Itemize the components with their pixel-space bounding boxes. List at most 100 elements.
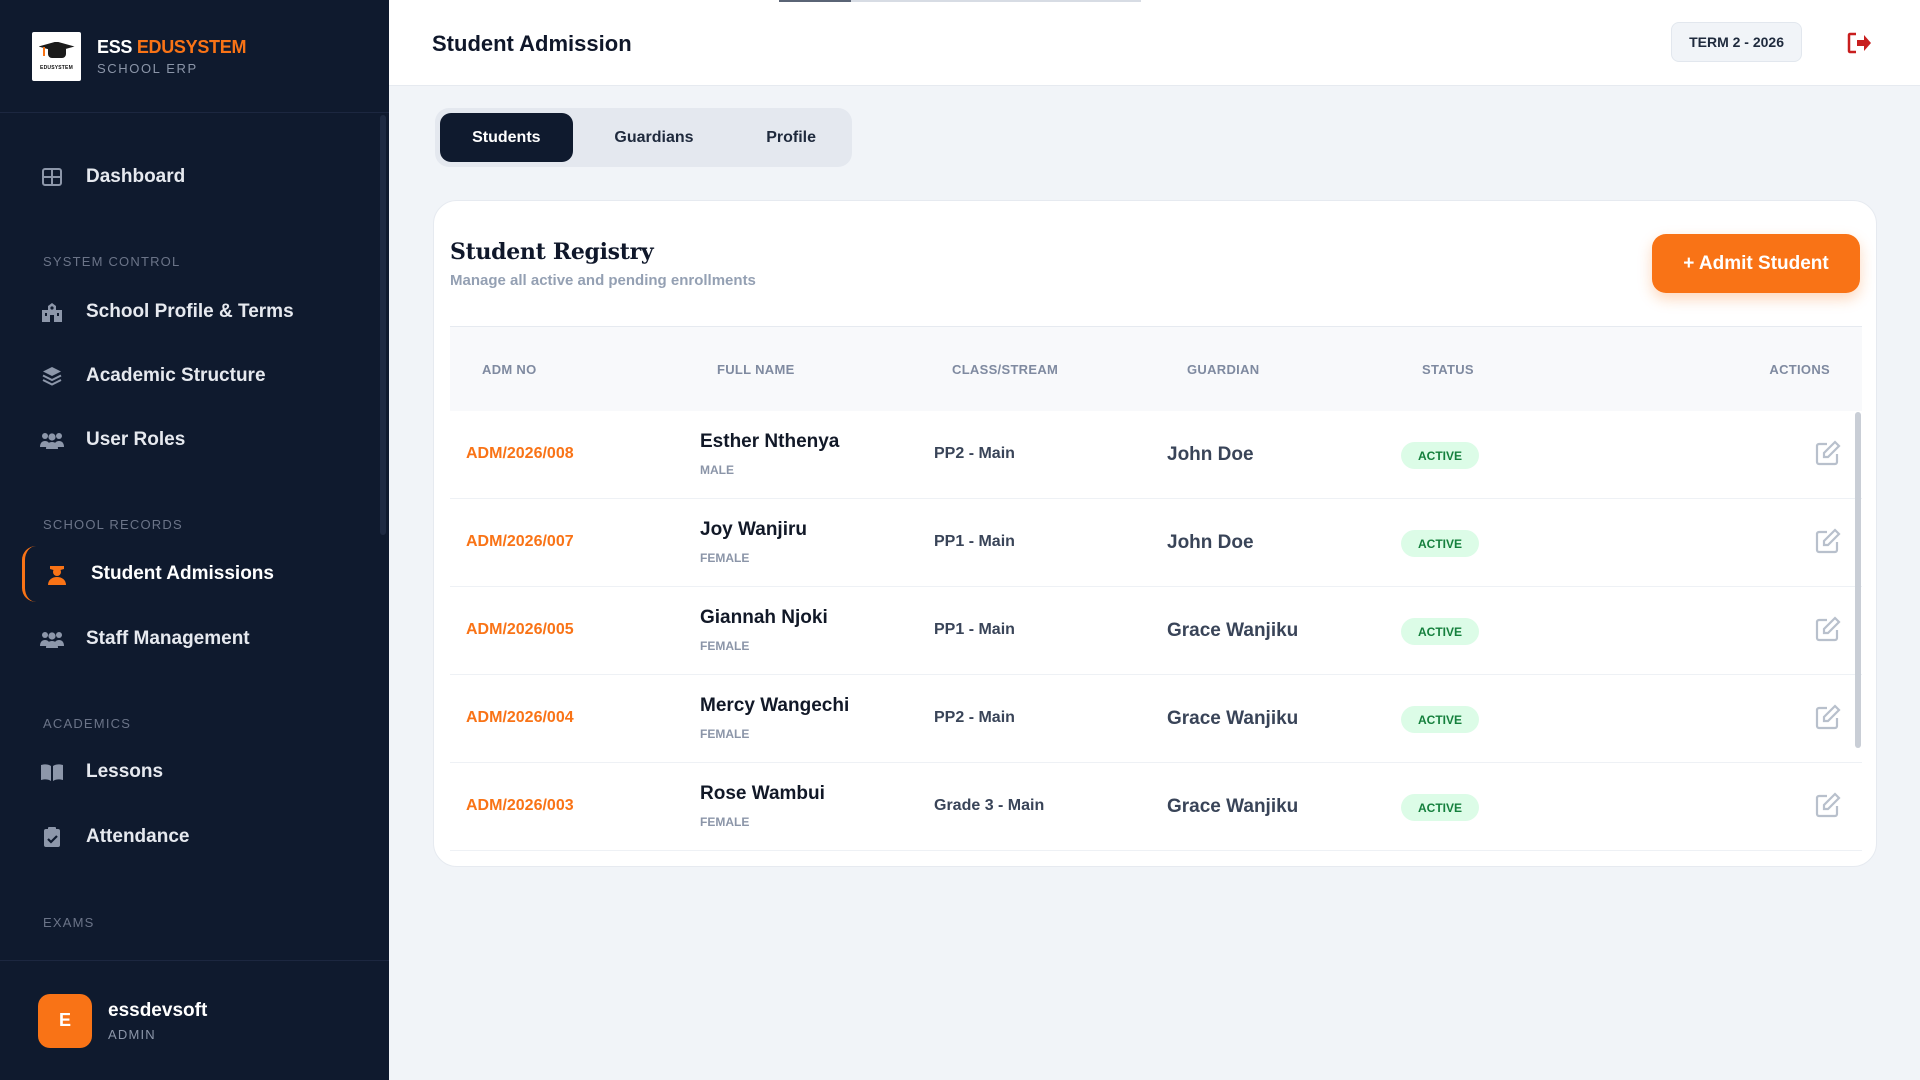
admit-student-button[interactable]: + Admit Student: [1652, 234, 1860, 293]
guardian-name: Grace Wanjiku: [1167, 708, 1299, 729]
tab-students[interactable]: Students: [440, 113, 573, 162]
nav-section-system-control: SYSTEM CONTROL: [43, 254, 181, 269]
status-badge: ACTIVE: [1401, 442, 1480, 469]
student-name: Giannah Njoki: [700, 607, 828, 628]
layers-icon: [40, 364, 64, 388]
student-gender: MALE: [700, 463, 734, 477]
term-badge[interactable]: TERM 2 - 2026: [1671, 22, 1802, 62]
class-stream: Grade 3 - Main: [934, 797, 1045, 814]
sidebar-item-staff-management[interactable]: Staff Management: [40, 619, 250, 659]
sidebar-item-student-admissions[interactable]: Student Admissions: [22, 546, 362, 602]
brand-name-white: ESS: [97, 36, 133, 57]
sidebar-item-school-profile[interactable]: School Profile & Terms: [40, 292, 294, 332]
column-header-full-name: FULL NAME: [717, 361, 795, 377]
student-name: Joy Wanjiru: [700, 519, 807, 540]
registry-title: Student Registry: [450, 239, 654, 265]
student-gender: FEMALE: [700, 639, 750, 653]
sidebar-item-label: Student Admissions: [91, 563, 274, 584]
nav-section-academics: ACADEMICS: [43, 716, 132, 731]
status-badge: ACTIVE: [1401, 530, 1480, 557]
column-header-guardian: GUARDIAN: [1187, 361, 1260, 377]
users-icon: [40, 627, 64, 651]
student-table: ADM NO FULL NAME CLASS/STREAM GUARDIAN S…: [450, 326, 1862, 851]
edit-icon[interactable]: [1815, 792, 1843, 820]
edit-icon[interactable]: [1815, 528, 1843, 556]
sidebar-item-attendance[interactable]: Attendance: [40, 817, 189, 857]
column-header-status: STATUS: [1422, 361, 1474, 377]
edit-icon[interactable]: [1815, 704, 1843, 732]
grid-icon: [40, 165, 64, 189]
brand-header: EDUSYSTEM ESS EDUSYSTEM SCHOOL ERP: [0, 0, 389, 113]
student-gender: FEMALE: [700, 551, 750, 565]
sidebar-scrollbar[interactable]: [380, 115, 386, 535]
sidebar-item-lessons[interactable]: Lessons: [40, 752, 163, 792]
edit-icon[interactable]: [1815, 616, 1843, 644]
class-stream: PP2 - Main: [934, 709, 1015, 726]
sidebar-item-label: Academic Structure: [86, 365, 266, 386]
status-badge: ACTIVE: [1401, 794, 1480, 821]
table-row[interactable]: ADM/2026/008 Esther Nthenya MALE PP2 - M…: [450, 411, 1862, 499]
sidebar-item-label: School Profile & Terms: [86, 301, 294, 322]
sidebar-item-label: User Roles: [86, 429, 186, 450]
class-stream: PP1 - Main: [934, 533, 1015, 550]
adm-number[interactable]: ADM/2026/004: [466, 709, 574, 727]
sidebar-item-label: Staff Management: [86, 628, 250, 649]
top-header: Student Admission TERM 2 - 2026: [389, 0, 1920, 86]
graduation-cap-icon: [38, 41, 75, 60]
sidebar-item-user-roles[interactable]: User Roles: [40, 420, 185, 460]
guardian-name: John Doe: [1167, 532, 1254, 553]
tab-profile[interactable]: Profile: [735, 113, 847, 162]
header-top-indicator-active: [779, 0, 851, 2]
adm-number[interactable]: ADM/2026/007: [466, 533, 574, 551]
brand-name: ESS EDUSYSTEM: [97, 37, 246, 58]
table-scrollbar[interactable]: [1855, 412, 1861, 748]
student-gender: FEMALE: [700, 727, 750, 741]
column-header-adm-no: ADM NO: [482, 361, 537, 377]
guardian-name: Grace Wanjiku: [1167, 796, 1299, 817]
school-icon: [40, 300, 64, 324]
sidebar-item-label: Attendance: [86, 826, 190, 847]
adm-number[interactable]: ADM/2026/003: [466, 797, 574, 815]
table-header: ADM NO FULL NAME CLASS/STREAM GUARDIAN S…: [450, 326, 1862, 411]
student-registry-card: Student Registry Manage all active and p…: [433, 200, 1877, 867]
column-header-class: CLASS/STREAM: [952, 361, 1059, 377]
table-row[interactable]: ADM/2026/004 Mercy Wangechi FEMALE PP2 -…: [450, 675, 1862, 763]
table-row[interactable]: ADM/2026/007 Joy Wanjiru FEMALE PP1 - Ma…: [450, 499, 1862, 587]
tab-bar: Students Guardians Profile: [435, 108, 852, 167]
table-row[interactable]: ADM/2026/003 Rose Wambui FEMALE Grade 3 …: [450, 763, 1862, 851]
status-badge: ACTIVE: [1401, 618, 1480, 645]
users-icon: [40, 428, 64, 452]
book-icon: [40, 760, 64, 784]
page-title: Student Admission: [432, 31, 632, 56]
adm-number[interactable]: ADM/2026/008: [466, 445, 574, 463]
brand-name-orange: EDUSYSTEM: [136, 36, 247, 57]
nav-section-exams: EXAMS: [43, 915, 95, 930]
sidebar-item-label: Lessons: [86, 761, 164, 782]
table-row[interactable]: ADM/2026/005 Giannah Njoki FEMALE PP1 - …: [450, 587, 1862, 675]
user-role: ADMIN: [108, 1026, 156, 1042]
student-name: Esther Nthenya: [700, 431, 840, 452]
class-stream: PP1 - Main: [934, 621, 1015, 638]
logout-icon[interactable]: [1846, 30, 1872, 56]
guardian-name: John Doe: [1167, 444, 1254, 465]
logo-text: EDUSYSTEM: [40, 64, 73, 71]
student-name: Mercy Wangechi: [700, 695, 850, 716]
registry-subtitle: Manage all active and pending enrollment…: [450, 272, 756, 289]
sidebar-item-dashboard[interactable]: Dashboard: [40, 157, 185, 197]
brand-logo: EDUSYSTEM: [32, 31, 81, 81]
adm-number[interactable]: ADM/2026/005: [466, 621, 574, 639]
student-name: Rose Wambui: [700, 783, 825, 804]
avatar: E: [38, 993, 92, 1048]
nav-section-school-records: SCHOOL RECORDS: [43, 517, 183, 532]
tab-guardians[interactable]: Guardians: [573, 113, 736, 162]
guardian-name: Grace Wanjiku: [1167, 620, 1299, 641]
student-icon: [45, 562, 69, 586]
user-profile[interactable]: E essdevsoft ADMIN: [0, 960, 389, 1080]
class-stream: PP2 - Main: [934, 445, 1015, 462]
sidebar-item-label: Dashboard: [86, 166, 186, 187]
column-header-actions: ACTIONS: [1769, 361, 1830, 377]
status-badge: ACTIVE: [1401, 706, 1480, 733]
edit-icon[interactable]: [1815, 440, 1843, 468]
sidebar-item-academic-structure[interactable]: Academic Structure: [40, 356, 266, 396]
student-gender: FEMALE: [700, 815, 750, 829]
